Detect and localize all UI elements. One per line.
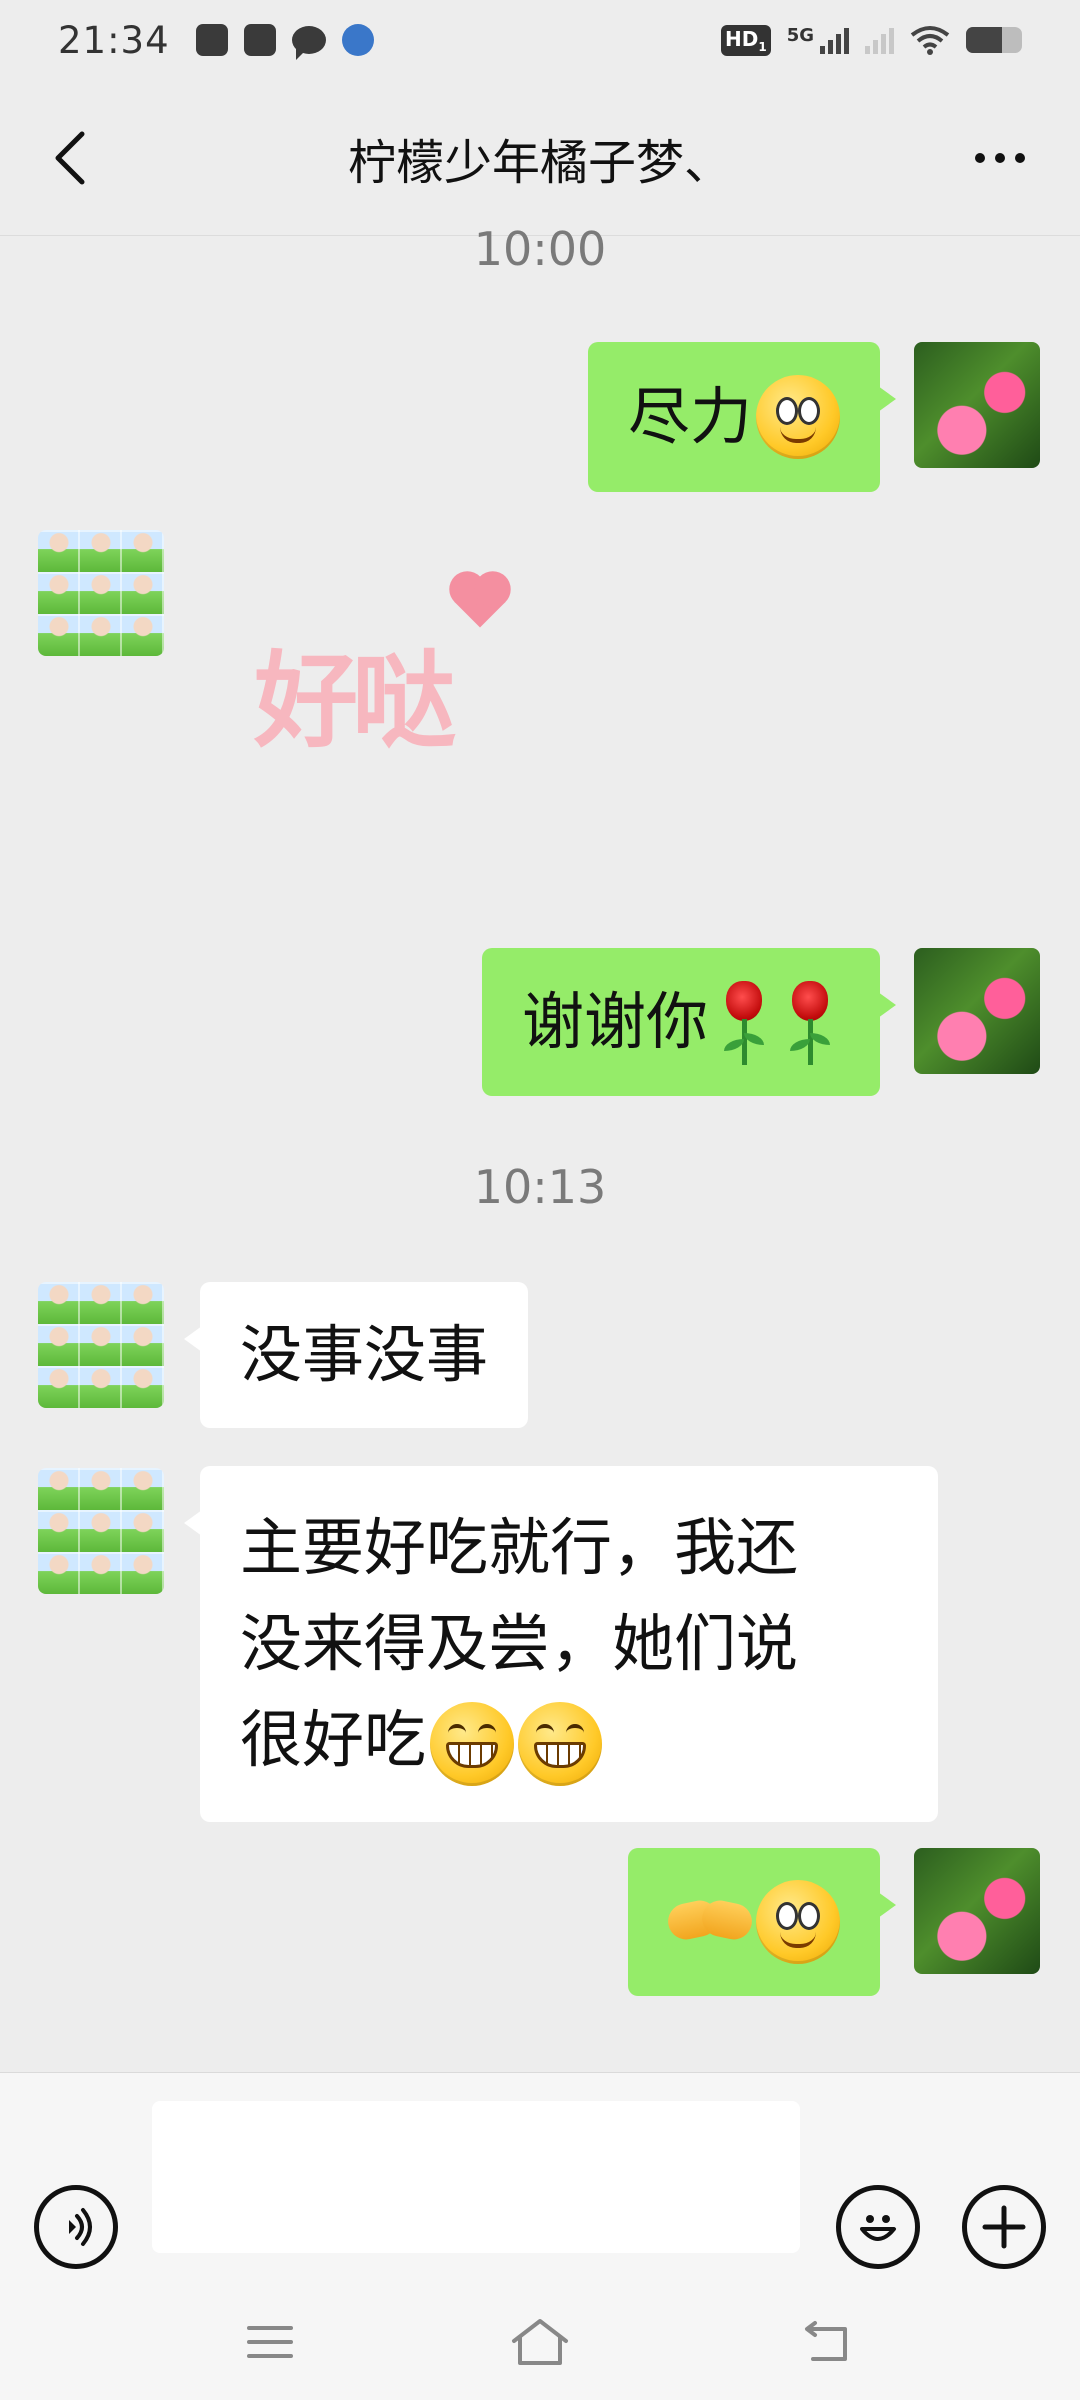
- back-icon: [805, 2321, 847, 2361]
- nav-back-button[interactable]: [786, 2310, 866, 2374]
- signal-strength-icon: [820, 26, 849, 54]
- my-avatar[interactable]: [914, 342, 1040, 468]
- rose-emoji-icon: [780, 977, 840, 1067]
- emoji-button[interactable]: [836, 2185, 920, 2269]
- contact-avatar[interactable]: [38, 1282, 164, 1408]
- slight-smile-emoji-icon: [756, 375, 840, 459]
- chevron-left-icon: [55, 131, 85, 185]
- grin-emoji-icon: [518, 1701, 603, 1786]
- more-functions-button[interactable]: [962, 2185, 1046, 2269]
- plus-icon: [982, 2205, 1026, 2249]
- message-text-line: 主要好吃就行，我还: [240, 1511, 799, 1584]
- back-button[interactable]: [40, 126, 100, 190]
- contact-avatar[interactable]: [38, 1468, 164, 1594]
- voice-icon: [69, 2208, 92, 2246]
- sticker-text: 好哒: [254, 640, 456, 762]
- message-bubble-outgoing[interactable]: [628, 1848, 896, 1996]
- more-button[interactable]: [960, 126, 1040, 190]
- chat-bubble-icon: [291, 26, 326, 60]
- scissors-app-icon: [195, 24, 228, 56]
- handshake-emoji-icon: [664, 1892, 756, 1952]
- system-nav-bar: [0, 2284, 1080, 2400]
- emoji-icon: [860, 2215, 896, 2241]
- more-horizontal-icon: [975, 153, 1025, 163]
- message-text-line: 很好吃: [240, 1703, 427, 1776]
- contact-avatar[interactable]: [38, 530, 164, 656]
- voice-button[interactable]: [34, 2185, 118, 2269]
- status-time: 21:34: [58, 18, 170, 62]
- message-input[interactable]: [152, 2101, 800, 2253]
- shop-bag-icon: [243, 24, 276, 56]
- message-bubble-outgoing[interactable]: 尽力: [587, 342, 897, 492]
- status-bar: 21:34 HD1 5G: [0, 0, 1080, 80]
- nav-home-button[interactable]: [500, 2310, 580, 2374]
- heart-icon: [454, 576, 506, 628]
- input-bar: [0, 2072, 1080, 2284]
- timestamp: 10:00: [473, 222, 607, 276]
- my-avatar[interactable]: [914, 948, 1040, 1074]
- message-text: 尽力: [627, 380, 752, 453]
- timestamp: 10:13: [473, 1160, 607, 1214]
- system-indicators: HD1 5G: [720, 24, 1022, 56]
- hd-icon: HD1: [720, 24, 771, 56]
- slight-smile-emoji-icon: [756, 1880, 840, 1964]
- message-bubble-incoming[interactable]: 没事没事: [183, 1282, 529, 1428]
- battery-icon: [966, 27, 1022, 53]
- message-text: 谢谢你: [521, 985, 708, 1058]
- signal-strength-secondary-icon: [865, 26, 894, 54]
- nav-menu-button[interactable]: [230, 2310, 310, 2374]
- wifi-icon: [910, 26, 950, 55]
- weibo-icon: [341, 24, 374, 56]
- message-text: 没事没事: [240, 1318, 489, 1391]
- network-type-label: 5G: [786, 24, 814, 46]
- chat-header: 柠檬少年橘子梦、: [0, 80, 1080, 236]
- notification-icons: [195, 24, 374, 60]
- message-bubble-incoming[interactable]: 主要好吃就行，我还 没来得及尝，她们说 很好吃: [184, 1466, 938, 1822]
- battery-fill: [966, 27, 1003, 53]
- menu-icon: [247, 2326, 293, 2358]
- grin-emoji-icon: [430, 1701, 515, 1786]
- chat-title: 柠檬少年橘子梦、: [347, 134, 732, 191]
- home-icon: [512, 2319, 568, 2365]
- message-text-line: 没来得及尝，她们说: [240, 1607, 799, 1680]
- my-avatar[interactable]: [914, 1848, 1040, 1974]
- sticker-message[interactable]: 好哒: [254, 576, 506, 766]
- message-bubble-outgoing[interactable]: 谢谢你: [481, 948, 897, 1096]
- rose-emoji-icon: [714, 977, 774, 1067]
